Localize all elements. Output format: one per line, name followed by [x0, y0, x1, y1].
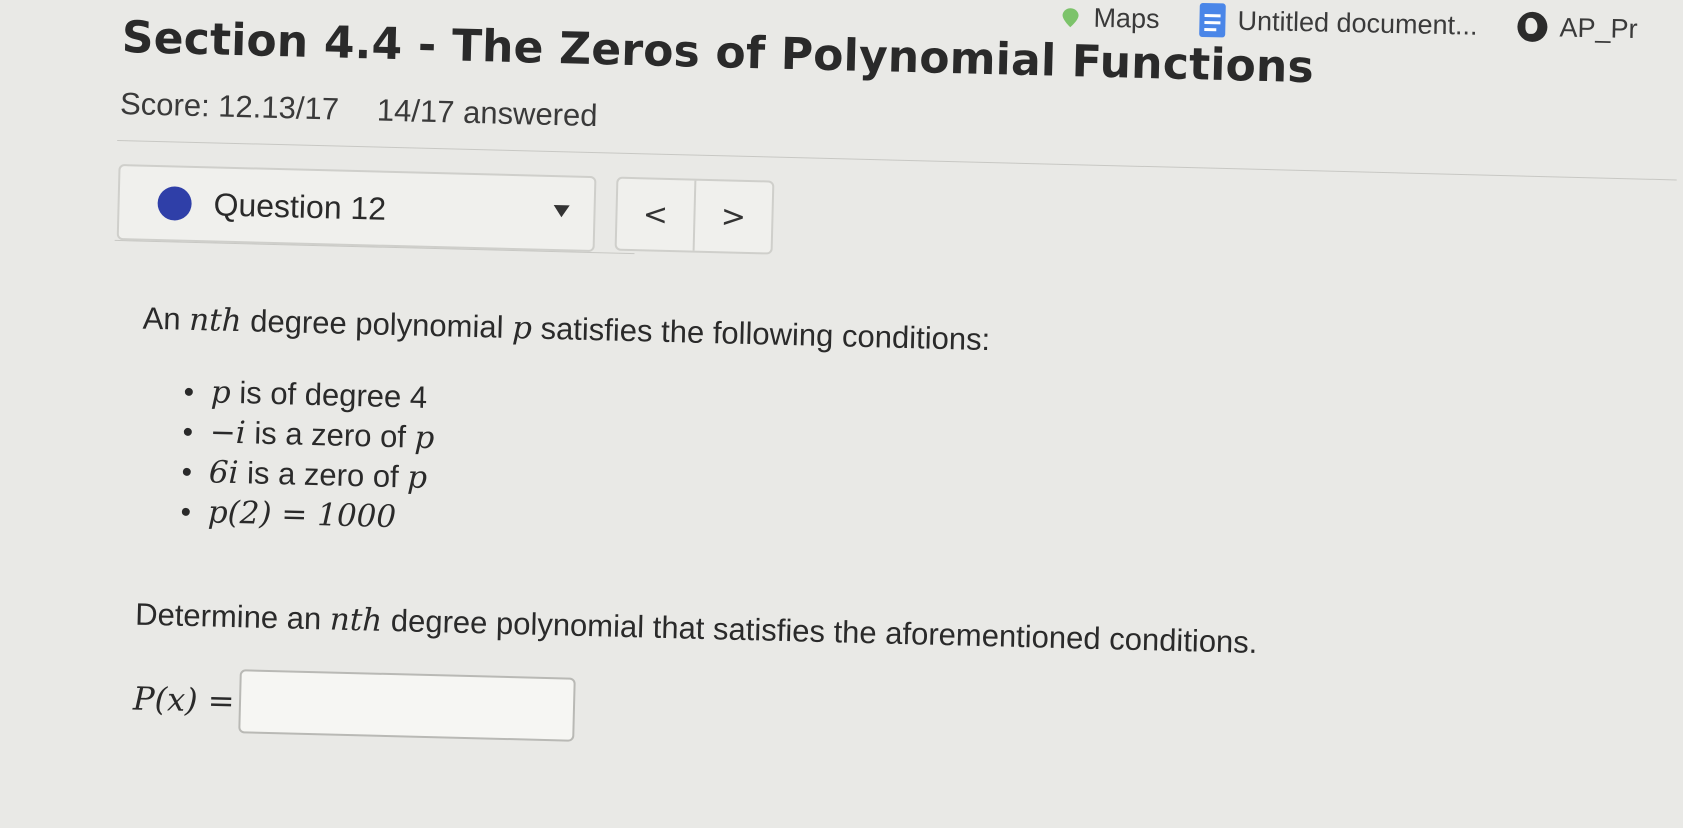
intro-text: An	[142, 300, 182, 337]
question-body: An nth degree polynomial p satisfies the…	[132, 301, 1542, 766]
intro-text: satisfies the following conditions:	[540, 310, 991, 358]
previous-question-button[interactable]: <	[617, 179, 695, 251]
question-nav: < >	[614, 176, 775, 255]
condition-math: p	[210, 374, 232, 411]
question-select-label: Question 12	[213, 185, 387, 227]
score-line: Score: 12.13/17 14/17 answered	[120, 86, 598, 134]
prompt-text: degree polynomial that satisfies the afo…	[390, 603, 1258, 660]
score-value: Score: 12.13/17	[119, 86, 340, 127]
conditions-list: p is of degree 4 −i is a zero of p 6i is…	[137, 371, 1541, 566]
assignment-content: Section 4.4 - The Zeros of Polynomial Fu…	[0, 0, 1683, 828]
math-nth: nth	[188, 301, 243, 340]
condition-math: p	[406, 459, 428, 496]
intro-text: degree polynomial	[249, 303, 504, 345]
answer-input[interactable]	[237, 669, 576, 742]
condition-math: 6i	[208, 454, 239, 492]
question-intro: An nth degree polynomial p satisfies the…	[142, 301, 1542, 372]
next-question-button[interactable]: >	[692, 180, 773, 253]
prompt-text: Determine an	[134, 596, 322, 637]
answer-label: P(x) =	[132, 679, 236, 721]
screen: Maps Untitled document... AP_Pr Section …	[0, 0, 1683, 828]
question-status-dot	[157, 186, 193, 221]
condition-text: is a zero of	[253, 415, 407, 455]
question-prompt: Determine an nth degree polynomial that …	[135, 597, 1535, 668]
caret-down-icon	[553, 205, 570, 218]
condition-math: p(2) = 1000	[207, 494, 397, 536]
condition-text: is of degree 4	[238, 375, 428, 415]
math-nth: nth	[329, 601, 383, 639]
math-p: p	[511, 310, 533, 347]
condition-math: −i	[209, 414, 247, 452]
question-select[interactable]: Question 12	[116, 164, 597, 253]
condition-math: p	[414, 419, 435, 457]
answer-row: P(x) =	[132, 667, 1533, 766]
answered-count: 14/17 answered	[376, 92, 598, 134]
condition-text: is a zero of	[246, 455, 400, 495]
